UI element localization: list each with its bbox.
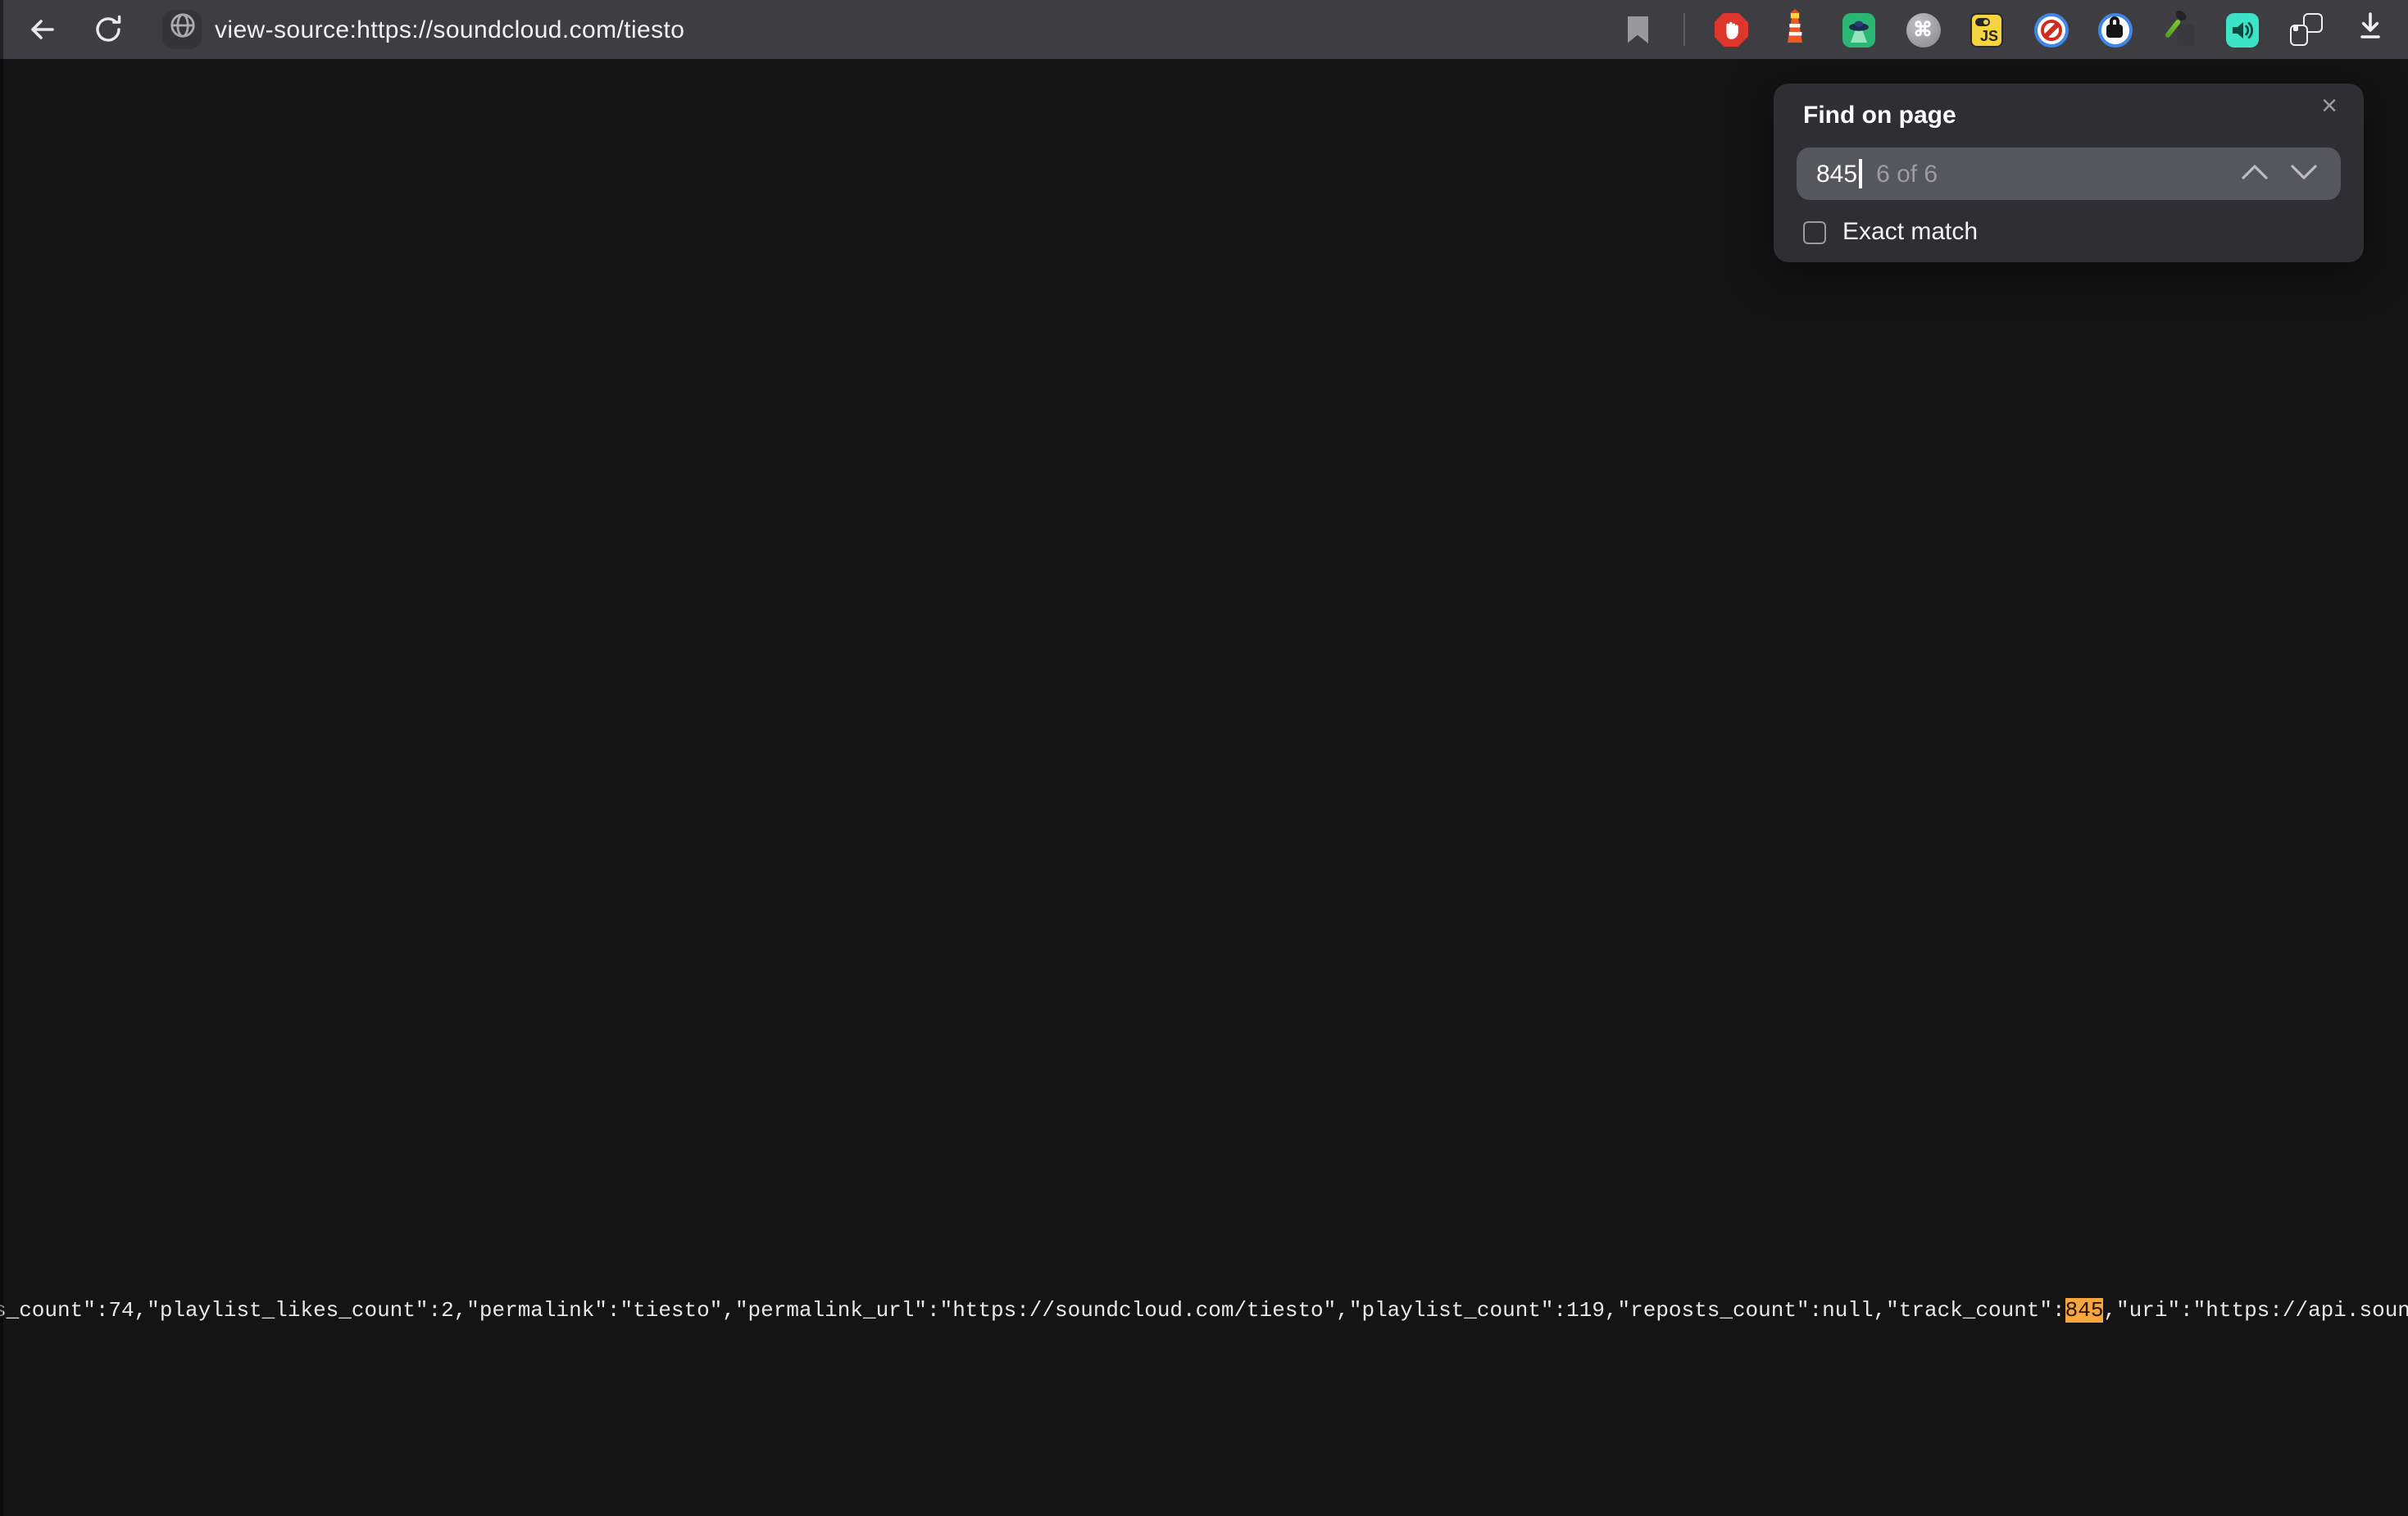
previous-match-button[interactable] [2241, 159, 2269, 188]
exact-match-label: Exact match [1842, 218, 1978, 246]
lighthouse-extension-icon [1779, 7, 1811, 52]
reload-icon [93, 15, 123, 44]
back-icon [25, 15, 57, 44]
find-on-page-panel: Find on page × 845 6 of 6 [1774, 84, 2364, 262]
volume-extension-icon [2226, 12, 2259, 47]
extension-blocker-sign[interactable] [2033, 11, 2069, 48]
javascript-toggle-extension-icon: JS [1970, 12, 2003, 47]
extension-command[interactable]: ⌘ [1905, 11, 1941, 48]
extension-volume[interactable] [2224, 11, 2260, 48]
extension-color-picker[interactable] [2160, 11, 2197, 48]
find-panel-title: Find on page [1803, 102, 1956, 129]
stop-hand-extension-icon [1714, 12, 1748, 47]
view-source-page: s_count":74,"playlist_likes_count":2,"pe… [0, 59, 2408, 1516]
toolbar-extensions-area: ⌘ JS [1620, 0, 2388, 59]
exact-match-row: Exact match [1803, 218, 1978, 246]
toolbar-divider [1683, 13, 1685, 46]
site-favicon-chip[interactable] [162, 10, 202, 49]
source-text-after-match: ,"uri":"https://api.soun [2103, 1298, 2408, 1323]
color-picker-extension-icon [2160, 11, 2197, 48]
bookmark-button[interactable] [1620, 11, 1656, 48]
blocked-sign-extension-icon [2033, 12, 2068, 47]
extension-javascript-toggle[interactable]: JS [1969, 11, 2005, 48]
back-button[interactable] [18, 7, 64, 52]
command-extension-icon: ⌘ [1906, 12, 1940, 47]
bookmark-icon [1627, 16, 1648, 43]
downloads-button[interactable] [2352, 11, 2388, 48]
tab-stack-button[interactable] [2288, 11, 2324, 48]
close-button[interactable]: × [2315, 92, 2344, 121]
match-count: 6 of 6 [1876, 160, 1938, 188]
close-icon: × [2321, 90, 2338, 123]
password-lock-extension-icon [2097, 12, 2132, 47]
exact-match-checkbox[interactable] [1803, 220, 1826, 243]
source-text-before-match: s_count":74,"playlist_likes_count":2,"pe… [0, 1298, 2065, 1323]
next-match-button[interactable] [2290, 159, 2318, 188]
extension-content-blocker[interactable] [1713, 11, 1749, 48]
globe-favicon-icon [168, 11, 196, 48]
js-label: JS [1980, 27, 1998, 43]
find-search-input[interactable]: 845 6 of 6 [1797, 148, 2341, 200]
source-code-line: s_count":74,"playlist_likes_count":2,"pe… [0, 1296, 2408, 1326]
extension-ufo[interactable] [1841, 11, 1877, 48]
tab-stack-icon [2290, 13, 2323, 46]
find-match-highlight: 845 [2065, 1298, 2104, 1323]
extension-password-manager[interactable] [2097, 11, 2133, 48]
browser-toolbar: view-source:https://soundcloud.com/tiest… [0, 0, 2408, 59]
js-toggle-switch [1975, 17, 1990, 25]
window-left-edge [0, 0, 3, 1516]
address-bar-url[interactable]: view-source:https://soundcloud.com/tiest… [215, 16, 684, 43]
extension-lighthouse[interactable] [1777, 11, 1813, 48]
text-cursor [1859, 159, 1861, 188]
command-glyph: ⌘ [1913, 18, 1933, 41]
reload-button[interactable] [85, 7, 131, 52]
browser-window: view-source:https://soundcloud.com/tiest… [0, 0, 2408, 1516]
find-query-text: 845 [1816, 160, 1857, 188]
ufo-extension-icon [1842, 12, 1875, 47]
download-icon [2356, 10, 2385, 49]
